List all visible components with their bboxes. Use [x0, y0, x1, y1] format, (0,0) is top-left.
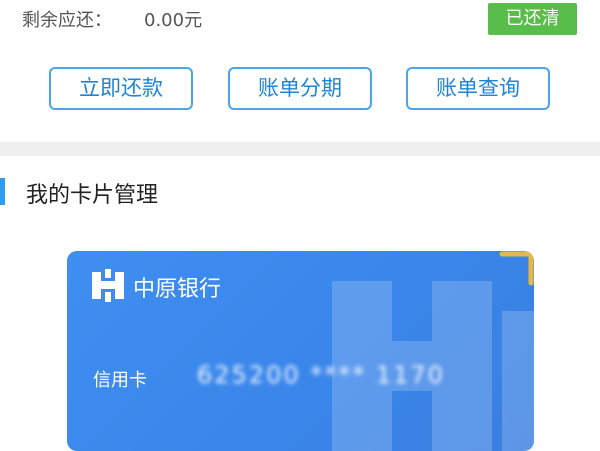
remaining-due-value: 0.00元	[144, 10, 203, 31]
section-divider	[0, 142, 600, 156]
card-corner-decoration	[499, 251, 534, 286]
bill-summary-section: 剩余应还： 0.00元 已还清 立即还款 账单分期 账单查询	[0, 0, 600, 142]
card-number: 625200 **** 1170	[197, 361, 445, 389]
card-type-label: 信用卡	[93, 370, 147, 391]
zhongyuan-bank-logo-icon	[92, 269, 124, 302]
credit-card[interactable]: 中原银行 信用卡 625200 **** 1170	[67, 251, 534, 451]
my-cards-title: 我的卡片管理	[26, 183, 159, 208]
status-badge: 已还清	[488, 3, 577, 35]
bank-name: 中原银行	[133, 277, 222, 302]
repay-now-button[interactable]: 立即还款	[49, 67, 193, 110]
bill-installment-button[interactable]: 账单分期	[228, 67, 372, 110]
remaining-due-label: 剩余应还：	[22, 10, 112, 31]
bill-query-button[interactable]: 账单查询	[406, 67, 550, 110]
section-accent-bar	[0, 178, 5, 205]
